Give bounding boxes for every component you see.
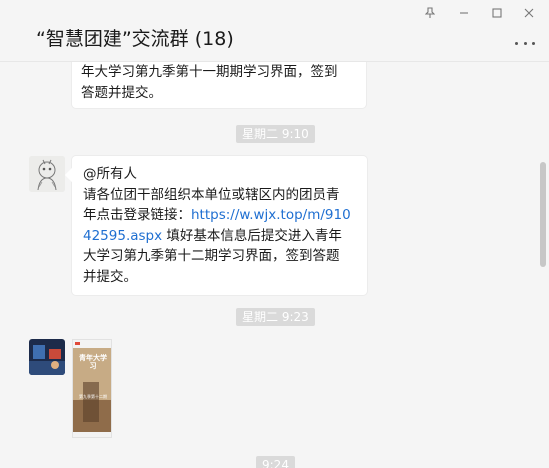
message-bubble[interactable]: @所有人 请各位团干部组织本单位或辖区内的团员青 年点击登录链接：https:/… bbox=[72, 156, 367, 295]
timestamp: 星期二 9:23 bbox=[236, 308, 315, 326]
message-bubble[interactable]: 年大学习第九季第十一期期学习界面，签到 答题并提交。 bbox=[72, 62, 366, 108]
timestamp: 9:24 bbox=[256, 456, 295, 468]
poster-subtitle: 第九季第十二期 bbox=[79, 394, 107, 399]
avatar[interactable] bbox=[29, 339, 65, 375]
maximize-icon bbox=[492, 8, 502, 18]
avatar[interactable] bbox=[29, 156, 65, 192]
chat-title: “智慧团建”交流群 (18) bbox=[36, 28, 234, 50]
sketch-avatar-icon bbox=[29, 156, 65, 192]
photo-avatar-icon bbox=[29, 339, 65, 375]
poster-title: 青年大学习 bbox=[79, 354, 107, 370]
timestamp: 星期二 9:10 bbox=[236, 125, 315, 143]
close-icon bbox=[524, 8, 534, 18]
more-dots-icon bbox=[515, 41, 518, 45]
pin-icon bbox=[425, 7, 435, 18]
image-message[interactable]: 青年大学习 第九季第十二期 bbox=[72, 339, 112, 438]
minimize-button[interactable] bbox=[449, 2, 479, 24]
pin-button[interactable] bbox=[415, 2, 445, 24]
minimize-icon bbox=[460, 12, 468, 14]
title-bar: “智慧团建”交流群 (18) bbox=[0, 0, 549, 62]
scrollbar[interactable] bbox=[540, 162, 546, 267]
more-options-button[interactable] bbox=[515, 36, 535, 50]
close-button[interactable] bbox=[514, 2, 544, 24]
mention-text: @所有人 bbox=[83, 166, 137, 182]
maximize-button[interactable] bbox=[482, 2, 512, 24]
message-text: 年大学习第九季第十一期期学习界面，签到 答题并提交。 bbox=[81, 64, 338, 101]
message-list[interactable]: 年大学习第九季第十一期期学习界面，签到 答题并提交。 星期二 9:10 @所有人… bbox=[0, 62, 549, 468]
